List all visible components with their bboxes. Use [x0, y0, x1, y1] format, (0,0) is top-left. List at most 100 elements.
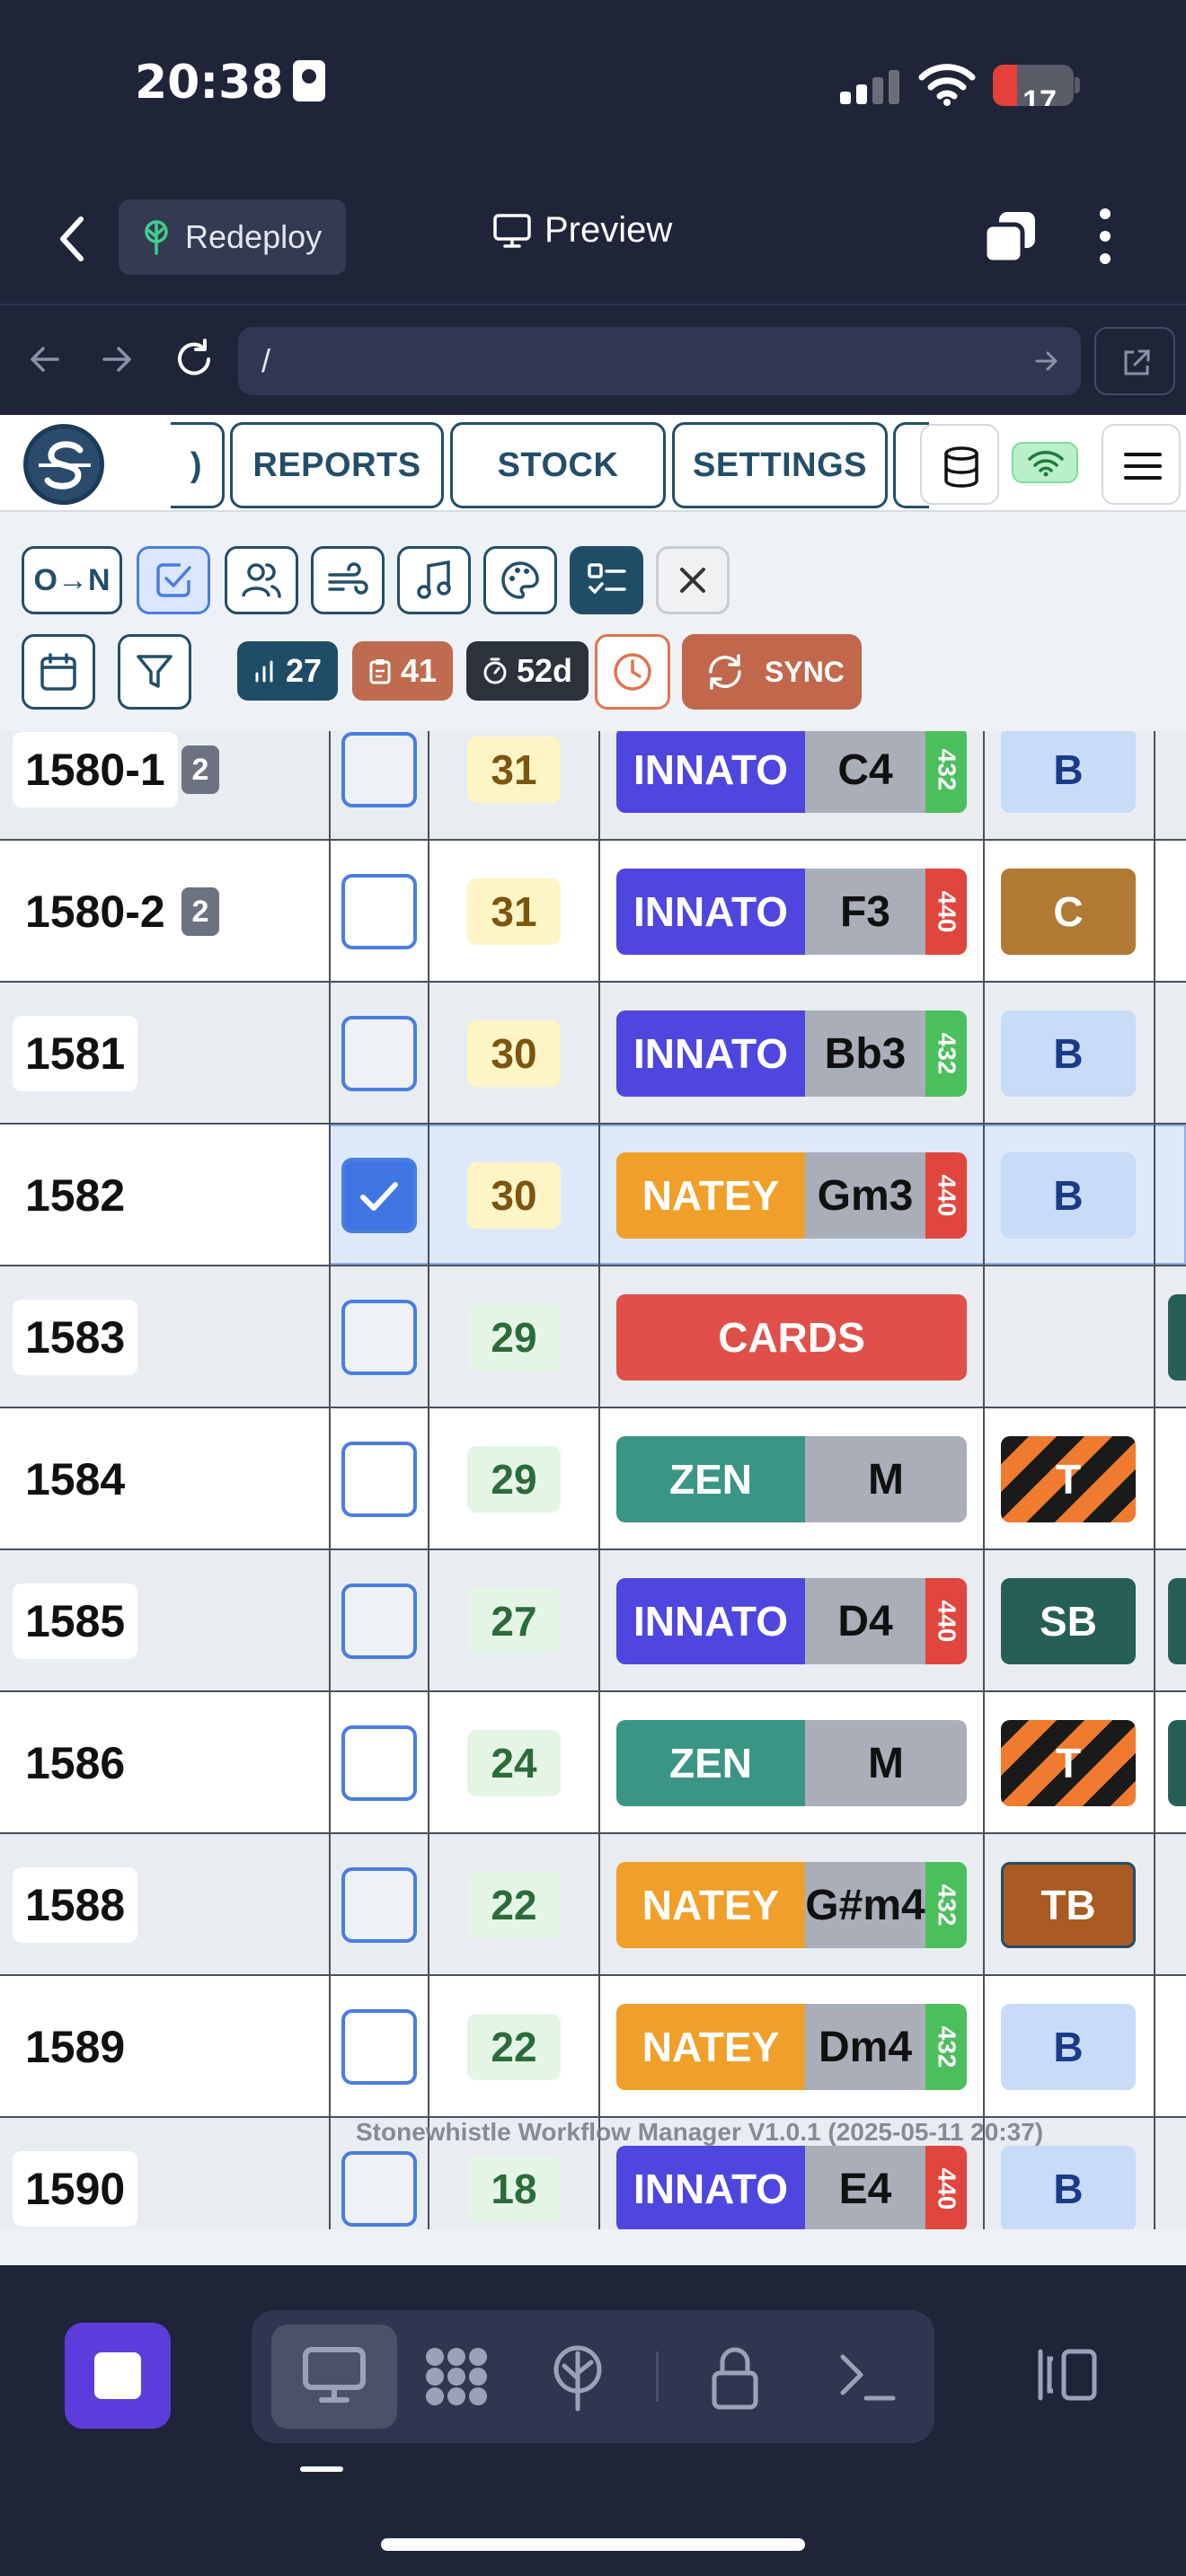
row-checkbox[interactable]	[341, 732, 417, 807]
column-divider	[329, 983, 331, 1123]
order-id[interactable]: 1589	[13, 2009, 138, 2085]
lock-icon[interactable]	[710, 2344, 760, 2411]
instrument-badge[interactable]: INNATO F3 440	[616, 869, 967, 955]
table-row[interactable]: 1586 24 ZEN M T	[0, 1692, 1186, 1834]
type-badge[interactable]: TB	[1001, 1862, 1136, 1948]
instrument-badge[interactable]: INNATO D4 440	[616, 1578, 967, 1664]
order-id[interactable]: 1583	[13, 1300, 138, 1375]
type-badge[interactable]: B	[1001, 1010, 1136, 1097]
url-input[interactable]: /	[238, 327, 1081, 395]
arrow-right-icon[interactable]	[99, 341, 135, 377]
table-row[interactable]: 1589 22 NATEY Dm4 432 B	[0, 1976, 1186, 2118]
users-filter-button[interactable]	[225, 546, 298, 614]
column-divider	[598, 1550, 600, 1690]
row-checkbox[interactable]	[341, 2151, 417, 2227]
instrument-badge[interactable]: ZEN M	[616, 1436, 967, 1522]
row-checkbox[interactable]	[341, 1442, 417, 1517]
sync-button[interactable]: SYNC	[682, 634, 862, 710]
row-checkbox[interactable]	[341, 1867, 417, 1943]
order-id[interactable]: 1585	[13, 1584, 138, 1659]
row-checkbox[interactable]	[341, 1725, 417, 1801]
type-badge[interactable]: B	[1001, 1152, 1136, 1239]
order-id[interactable]: 1580-2	[13, 874, 178, 949]
order-id[interactable]: 1581	[13, 1016, 138, 1091]
arrow-left-icon[interactable]	[27, 341, 63, 377]
deploy-tree-icon[interactable]	[548, 2344, 607, 2413]
filter-button[interactable]	[118, 634, 191, 710]
tab-partial[interactable]: )	[171, 422, 225, 508]
calendar-button[interactable]	[22, 634, 95, 710]
type-badge[interactable]: B	[1001, 2146, 1136, 2229]
instrument-badge[interactable]: ZEN M	[616, 1720, 967, 1806]
desktop-icon[interactable]	[298, 2344, 370, 2407]
type-badge[interactable]: B	[1001, 2004, 1136, 2090]
type-badge[interactable]: T	[1001, 1436, 1136, 1522]
row-checkbox[interactable]	[341, 874, 417, 949]
instrument-badge[interactable]: NATEY Gm3 440	[616, 1152, 967, 1239]
database-button[interactable]	[920, 424, 999, 505]
sidebar-toggle-icon[interactable]	[1035, 2346, 1100, 2404]
row-checkbox[interactable]	[341, 1158, 417, 1233]
table-row[interactable]: 1580-2 2 31 INNATO F3 440 C	[0, 841, 1186, 983]
table-row[interactable]: 1581 30 INNATO Bb3 432 B	[0, 983, 1186, 1125]
table-row[interactable]: 1580-1 2 31 INNATO C4 432 B	[0, 731, 1186, 841]
more-vertical-icon[interactable]	[1092, 208, 1119, 264]
chevron-left-icon[interactable]	[54, 214, 90, 264]
split-count-badge: 2	[181, 887, 219, 936]
next-column-edge	[1168, 2004, 1186, 2090]
refresh-icon[interactable]	[173, 338, 216, 381]
table-row[interactable]: 1582 30 NATEY Gm3 440 B	[0, 1125, 1186, 1266]
instrument-badge[interactable]: NATEY G#m4 432	[616, 1862, 967, 1948]
type-badge[interactable]: T	[1001, 1720, 1136, 1806]
next-column-edge	[1168, 1720, 1186, 1806]
wind-filter-button[interactable]	[311, 546, 385, 614]
palette-filter-button[interactable]	[483, 546, 557, 614]
row-checkbox[interactable]	[341, 1584, 417, 1659]
instrument-brand: NATEY	[616, 1152, 805, 1239]
preview-title[interactable]: Preview	[492, 210, 672, 251]
instrument-badge[interactable]: CARDS	[616, 1294, 967, 1381]
row-checkbox[interactable]	[341, 1300, 417, 1375]
instrument-badge[interactable]: INNATO C4 432	[616, 731, 967, 813]
order-id[interactable]: 1582	[13, 1158, 138, 1233]
go-arrow-icon[interactable]	[1034, 348, 1059, 374]
tab-settings[interactable]: SETTINGS	[672, 422, 888, 508]
terminal-icon[interactable]	[836, 2344, 898, 2407]
table-row[interactable]: 1584 29 ZEN M T	[0, 1408, 1186, 1550]
apps-grid-icon[interactable]	[420, 2344, 492, 2409]
order-id[interactable]: 1580-1	[13, 732, 178, 807]
instrument-brand: ZEN	[616, 1720, 805, 1806]
hamburger-menu-button[interactable]	[1102, 424, 1181, 505]
order-id[interactable]: 1586	[13, 1725, 138, 1801]
clear-filters-button[interactable]	[656, 546, 730, 614]
instrument-badge[interactable]: INNATO Bb3 432	[616, 1010, 967, 1097]
copy-window-icon[interactable]	[981, 208, 1039, 266]
order-id[interactable]: 1584	[13, 1442, 138, 1517]
external-link-button[interactable]	[1094, 327, 1175, 395]
row-checkbox[interactable]	[341, 2009, 417, 2085]
redeploy-button[interactable]: Redeploy	[119, 199, 346, 275]
row-checkbox[interactable]	[341, 1016, 417, 1091]
checkbox-filter-button[interactable]	[137, 546, 210, 614]
sort-order-button[interactable]: O→N	[22, 546, 122, 614]
tab-reports[interactable]: REPORTS	[230, 422, 444, 508]
database-icon	[944, 446, 978, 488]
stop-button[interactable]	[65, 2323, 171, 2429]
history-button[interactable]	[595, 634, 670, 710]
table-row[interactable]: 1585 27 INNATO D4 440 SB	[0, 1550, 1186, 1692]
checklist-view-button[interactable]	[570, 546, 643, 614]
order-id[interactable]: 1590	[13, 2151, 138, 2227]
music-filter-button[interactable]	[397, 546, 471, 614]
stonewhistle-logo[interactable]	[23, 424, 104, 505]
type-badge[interactable]: B	[1001, 731, 1136, 813]
instrument-badge[interactable]: INNATO E4 440	[616, 2146, 967, 2229]
type-badge[interactable]: SB	[1001, 1578, 1136, 1664]
instrument-note: C4	[805, 731, 925, 813]
table-row[interactable]: 1588 22 NATEY G#m4 432 TB	[0, 1834, 1186, 1976]
order-id[interactable]: 1588	[13, 1867, 138, 1943]
type-badge[interactable]: C	[1001, 869, 1136, 955]
checkmark-icon	[360, 1182, 398, 1211]
instrument-badge[interactable]: NATEY Dm4 432	[616, 2004, 967, 2090]
table-row[interactable]: 1583 29 CARDS	[0, 1266, 1186, 1408]
tab-stock[interactable]: STOCK	[450, 422, 666, 508]
